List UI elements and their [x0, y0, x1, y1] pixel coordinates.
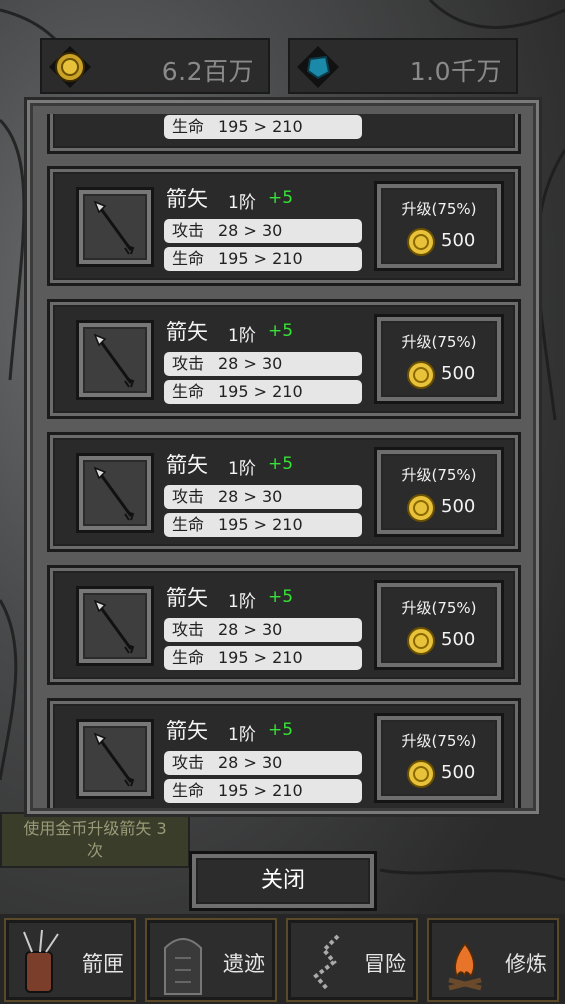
hp-stat: 生命 195 > 210 [164, 380, 362, 404]
gold-coin-icon [48, 45, 92, 89]
item-plus: +5 [268, 454, 294, 474]
item-name: 箭矢 [166, 187, 208, 211]
upgrade-list[interactable]: 生命 195 > 210 箭矢 1阶 +5 攻击 28 > 30 生命 195 > 2… [43, 114, 523, 808]
gold-coin-icon [407, 627, 435, 655]
item-thumbnail [76, 719, 154, 799]
quest-text-line2: 次 [86, 841, 103, 860]
upgrade-cost: 500 [441, 496, 476, 517]
gold-currency: 6.2百万 [40, 38, 270, 94]
gold-coin-icon [407, 494, 435, 522]
upgrade-label: 升级(75%) [401, 200, 477, 218]
arrow-icon [93, 732, 135, 787]
upgrade-button[interactable]: 升级(75%) 500 [374, 181, 504, 271]
nav-label: 遗迹 [223, 952, 265, 976]
nav-label: 修炼 [505, 952, 547, 976]
item-thumbnail [76, 187, 154, 267]
item-thumbnail [76, 586, 154, 666]
upgrade-cost: 500 [441, 230, 476, 251]
upgrade-label: 升级(75%) [401, 466, 477, 484]
arrow-icon [93, 200, 135, 255]
gold-amount: 6.2百万 [161, 57, 254, 86]
gem-currency: 1.0千万 [288, 38, 518, 94]
upgrade-button[interactable]: 升级(75%) 500 [374, 713, 504, 803]
attack-stat: 攻击 28 > 30 [164, 751, 362, 775]
quest-banner[interactable]: 使用金币升级箭矢 3 次 [0, 812, 190, 868]
upgrade-card: 箭矢 1阶 +5 攻击 28 > 30 生命 195 > 210 升级(75%) 5… [47, 299, 521, 419]
nav-item-training[interactable]: 修炼 [427, 918, 559, 1002]
item-tier: 1阶 [228, 193, 256, 213]
arrow-icon [93, 333, 135, 388]
upgrade-button[interactable]: 升级(75%) 500 [374, 580, 504, 670]
item-tier: 1阶 [228, 326, 256, 346]
item-plus: +5 [268, 587, 294, 607]
hp-stat: 生命 195 > 210 [164, 513, 362, 537]
upgrade-button[interactable]: 升级(75%) 500 [374, 314, 504, 404]
quiver-icon [23, 929, 59, 993]
hp-stat: 生命 195 > 210 [164, 646, 362, 670]
upgrade-card: 箭矢 1阶 +5 攻击 28 > 30 生命 195 > 210 升级(75%) 5… [47, 698, 521, 808]
item-name: 箭矢 [166, 320, 208, 344]
nav-item-ruins[interactable]: 遗迹 [145, 918, 277, 1002]
hp-stat: 生命 195 > 210 [164, 115, 362, 139]
path-icon [313, 934, 340, 992]
item-name: 箭矢 [166, 719, 208, 743]
nav-label: 冒险 [364, 952, 406, 976]
attack-stat: 攻击 28 > 30 [164, 352, 362, 376]
upgrade-card: 箭矢 1阶 +5 攻击 28 > 30 生命 195 > 210 升级(75%) 5… [47, 166, 521, 286]
gem-amount: 1.0千万 [409, 57, 502, 86]
gold-coin-icon [407, 760, 435, 788]
upgrade-button[interactable]: 升级(75%) 500 [374, 447, 504, 537]
quest-text-line1: 使用金币升级箭矢 3 [23, 819, 167, 838]
attack-stat: 攻击 28 > 30 [164, 219, 362, 243]
arrow-icon [93, 599, 135, 654]
gold-coin-icon [407, 228, 435, 256]
nav-label: 箭匣 [82, 952, 124, 976]
upgrade-label: 升级(75%) [401, 732, 477, 750]
attack-stat: 攻击 28 > 30 [164, 618, 362, 642]
item-plus: +5 [268, 720, 294, 740]
campfire-icon [448, 942, 482, 991]
nav-item-adventure[interactable]: 冒险 [286, 918, 418, 1002]
nav-item-quiver[interactable]: 箭匣 [4, 918, 136, 1002]
bottom-nav: 箭匣 遗迹 冒险 修炼 [0, 914, 565, 1004]
upgrade-modal: 生命 195 > 210 箭矢 1阶 +5 攻击 28 > 30 生命 195 > 2… [24, 97, 542, 817]
upgrade-label: 升级(75%) [401, 599, 477, 617]
item-tier: 1阶 [228, 592, 256, 612]
upgrade-cost: 500 [441, 762, 476, 783]
hp-stat: 生命 195 > 210 [164, 779, 362, 803]
ruins-icon [164, 938, 202, 995]
item-plus: +5 [268, 188, 294, 208]
close-button[interactable]: 关闭 [189, 851, 377, 911]
upgrade-card: 箭矢 1阶 +5 攻击 28 > 30 生命 195 > 210 升级(75%) 5… [47, 432, 521, 552]
item-name: 箭矢 [166, 586, 208, 610]
arrow-icon [93, 466, 135, 521]
item-tier: 1阶 [228, 459, 256, 479]
item-plus: +5 [268, 321, 294, 341]
gold-coin-icon [407, 361, 435, 389]
upgrade-card-partial: 生命 195 > 210 [47, 114, 521, 154]
blue-gem-icon [296, 45, 340, 89]
item-name: 箭矢 [166, 453, 208, 477]
hp-stat: 生命 195 > 210 [164, 247, 362, 271]
upgrade-cost: 500 [441, 363, 476, 384]
upgrade-label: 升级(75%) [401, 333, 477, 351]
item-tier: 1阶 [228, 725, 256, 745]
upgrade-cost: 500 [441, 629, 476, 650]
upgrade-card: 箭矢 1阶 +5 攻击 28 > 30 生命 195 > 210 升级(75%) 5… [47, 565, 521, 685]
item-thumbnail [76, 320, 154, 400]
attack-stat: 攻击 28 > 30 [164, 485, 362, 509]
item-thumbnail [76, 453, 154, 533]
